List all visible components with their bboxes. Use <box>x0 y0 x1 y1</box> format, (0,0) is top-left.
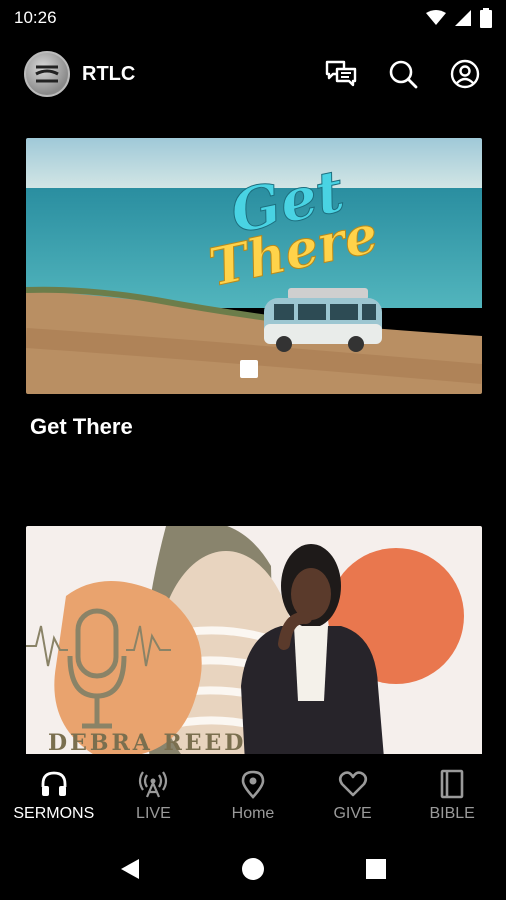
broadcast-icon <box>139 771 168 798</box>
search-icon <box>389 60 418 89</box>
app-title: RTLC <box>82 62 136 85</box>
back-icon[interactable] <box>119 857 141 881</box>
svg-text:DEBRA REED: DEBRA REED <box>48 730 246 754</box>
heart-icon <box>338 771 367 797</box>
nav-label: LIVE <box>136 805 171 822</box>
battery-icon <box>480 8 492 28</box>
nav-bible[interactable]: BIBLE <box>402 769 502 823</box>
logo-mark-icon <box>35 65 59 83</box>
app-logo[interactable] <box>24 51 70 97</box>
nav-live[interactable]: LIVE <box>104 769 204 823</box>
location-pin-icon <box>241 770 265 799</box>
chat-icon <box>325 60 357 87</box>
sermon-title[interactable]: Get There <box>30 414 482 440</box>
sermon-card[interactable]: Get There Get There <box>26 138 482 440</box>
app-actions <box>324 57 482 91</box>
account-icon <box>450 59 480 89</box>
search-button[interactable] <box>386 57 420 91</box>
status-icons <box>426 8 492 28</box>
book-icon <box>440 769 464 799</box>
nav-sermons[interactable]: SERMONS <box>4 769 104 823</box>
sermon-artwork[interactable]: Get There <box>26 138 482 394</box>
app-bar: RTLC <box>0 44 506 104</box>
status-bar: 10:26 <box>0 0 506 36</box>
nav-label: SERMONS <box>13 805 95 822</box>
system-navigation <box>0 838 506 900</box>
home-icon[interactable] <box>241 857 265 881</box>
sermon-card[interactable]: DEBRA REED <box>26 526 482 754</box>
account-button[interactable] <box>448 57 482 91</box>
status-time: 10:26 <box>14 8 57 27</box>
signal-icon <box>455 10 471 26</box>
debra-reed-artwork: DEBRA REED <box>26 526 482 754</box>
nav-label: Home <box>231 805 275 822</box>
wifi-icon <box>426 10 446 25</box>
headphones-icon <box>41 771 67 796</box>
recents-icon[interactable] <box>365 858 387 880</box>
nav-label: BIBLE <box>429 805 475 822</box>
nav-home[interactable]: Home <box>203 769 303 823</box>
chat-button[interactable] <box>324 57 358 91</box>
get-there-artwork: Get There <box>26 138 482 394</box>
sermon-artwork[interactable]: DEBRA REED <box>26 526 482 754</box>
nav-label: GIVE <box>333 805 372 822</box>
sermon-list[interactable]: Get There Get There DEBRA REED <box>0 104 506 754</box>
bottom-navigation: SERMONS LIVE Home GIVE BIBLE <box>0 754 506 838</box>
nav-give[interactable]: GIVE <box>303 769 403 823</box>
